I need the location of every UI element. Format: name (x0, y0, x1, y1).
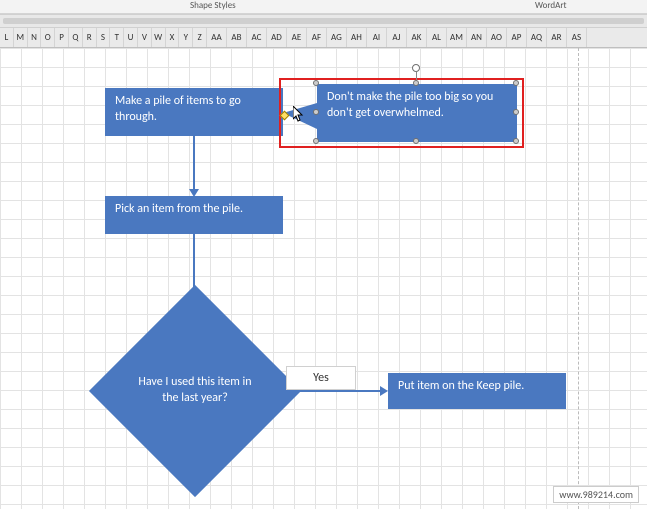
watermark: www.989214.com (553, 486, 639, 503)
column-header[interactable]: Y (179, 28, 193, 48)
decision-text: Have I used this item in the last year? (120, 316, 270, 466)
column-header[interactable]: AP (507, 28, 527, 48)
column-header[interactable]: AR (547, 28, 567, 48)
column-header[interactable]: AL (427, 28, 447, 48)
arrow-icon (380, 386, 388, 396)
column-header[interactable]: AM (447, 28, 467, 48)
column-header[interactable]: S (97, 28, 111, 48)
rotation-handle[interactable] (412, 64, 420, 72)
resize-handle[interactable] (313, 138, 319, 144)
resize-handle[interactable] (513, 138, 519, 144)
column-header[interactable]: AI (367, 28, 387, 48)
column-header[interactable]: L (0, 28, 14, 48)
ribbon-label-wordart: WordArt (535, 0, 566, 11)
column-header[interactable]: AS (567, 28, 587, 48)
ribbon-scroll-thumb[interactable] (3, 18, 644, 24)
resize-handle[interactable] (513, 80, 519, 86)
callout-body: Don't make the pile too big so you don't… (317, 84, 517, 142)
column-header[interactable]: Z (193, 28, 207, 48)
process-box-pick-item[interactable]: Pick an item from the pile. (105, 196, 283, 234)
column-header[interactable]: AK (407, 28, 427, 48)
column-header[interactable]: AC (247, 28, 267, 48)
column-header[interactable]: AB (227, 28, 247, 48)
spreadsheet-canvas[interactable]: Make a pile of items to go through. Pick… (0, 48, 647, 509)
column-header[interactable]: AQ (527, 28, 547, 48)
resize-handle[interactable] (413, 80, 419, 86)
ribbon-group-labels: Shape Styles WordArt (0, 0, 647, 14)
column-header[interactable]: AF (307, 28, 327, 48)
column-header[interactable]: AO (487, 28, 507, 48)
column-header[interactable]: R (83, 28, 97, 48)
column-header[interactable]: Q (69, 28, 83, 48)
connector-1-2[interactable] (193, 136, 195, 191)
ribbon-label-shape-styles: Shape Styles (190, 0, 236, 11)
decision-diamond[interactable]: Have I used this item in the last year? (120, 316, 270, 466)
column-header[interactable]: AG (327, 28, 347, 48)
column-header[interactable]: U (124, 28, 138, 48)
column-header[interactable]: AA (207, 28, 227, 48)
column-header[interactable]: N (28, 28, 42, 48)
page-break-line (578, 48, 579, 509)
ribbon-scroll-track[interactable] (0, 14, 647, 28)
column-header[interactable]: AE (287, 28, 307, 48)
column-header-row[interactable]: LMNOPQRSTUVWXYZAAABACADAEAFAGAHAIAJAKALA… (0, 28, 647, 48)
column-header[interactable]: P (55, 28, 69, 48)
callout-shape[interactable]: Don't make the pile too big so you don't… (285, 84, 517, 142)
resize-handle[interactable] (513, 109, 519, 115)
column-header[interactable]: AD (267, 28, 287, 48)
column-header[interactable]: V (138, 28, 152, 48)
process-box-make-pile[interactable]: Make a pile of items to go through. (105, 88, 283, 136)
resize-handle[interactable] (313, 80, 319, 86)
yes-label[interactable]: Yes (286, 366, 356, 390)
column-header[interactable]: X (166, 28, 180, 48)
column-header[interactable]: M (14, 28, 28, 48)
column-header[interactable]: O (41, 28, 55, 48)
column-header[interactable]: AJ (387, 28, 407, 48)
resize-handle[interactable] (413, 138, 419, 144)
resize-handle[interactable] (313, 109, 319, 115)
column-header[interactable]: AH (347, 28, 367, 48)
process-box-keep-pile[interactable]: Put item on the Keep pile. (388, 373, 566, 409)
column-header[interactable]: W (152, 28, 166, 48)
connector-3-4[interactable] (270, 390, 382, 392)
column-header[interactable]: AN (467, 28, 487, 48)
column-header[interactable]: T (110, 28, 124, 48)
